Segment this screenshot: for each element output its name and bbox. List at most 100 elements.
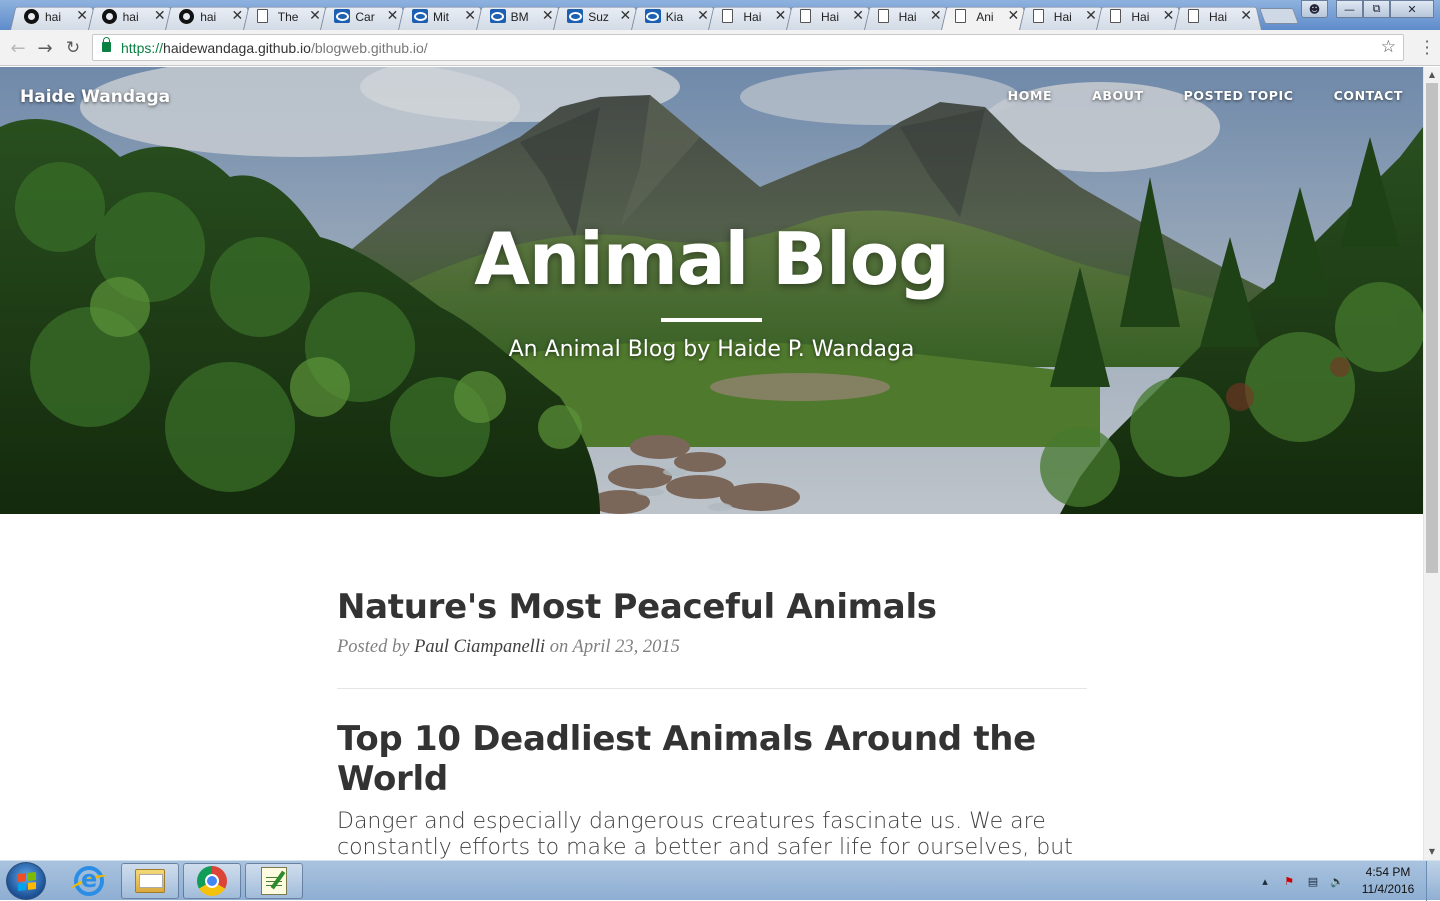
user-profile-icon[interactable]: ☻ <box>1301 0 1328 18</box>
minimize-button[interactable]: — <box>1336 0 1363 18</box>
bookmark-star-icon[interactable]: ☆ <box>1381 37 1396 57</box>
nav-posted-topic-link[interactable]: POSTED TOPIC <box>1184 88 1294 103</box>
browser-tab[interactable]: hai ✕ <box>87 3 176 30</box>
taskbar-internet-explorer[interactable] <box>60 863 118 899</box>
tab-close-icon[interactable]: ✕ <box>154 8 166 24</box>
show-desktop-button[interactable] <box>1426 861 1440 901</box>
post-subtitle[interactable]: Danger and especially dangerous creature… <box>337 809 1087 860</box>
tab-title: Car <box>355 10 375 24</box>
tab-close-icon[interactable]: ✕ <box>387 8 399 24</box>
tab-close-icon[interactable]: ✕ <box>1007 8 1019 24</box>
tab-close-icon[interactable]: ✕ <box>852 8 864 24</box>
nav-about-link[interactable]: ABOUT <box>1092 88 1144 103</box>
site-icon <box>334 9 351 23</box>
back-arrow-icon[interactable]: ← <box>6 36 30 60</box>
post-meta-date: on April 23, 2015 <box>545 637 680 657</box>
browser-tab[interactable]: Ani ✕ <box>941 3 1030 30</box>
windows-logo-icon <box>18 872 36 891</box>
address-bar[interactable]: https://haidewandaga.github.io/blogweb.g… <box>92 34 1404 61</box>
taskbar-chrome[interactable] <box>183 863 241 899</box>
tab-close-icon[interactable]: ✕ <box>464 8 476 24</box>
browser-tab[interactable]: Hai ✕ <box>708 3 797 30</box>
clock-date: 11/4/2016 <box>1361 882 1415 896</box>
site-brand[interactable]: Haide Wandaga <box>20 87 170 107</box>
browser-toolbar: ← → ↻ https://haidewandaga.github.io/blo… <box>0 30 1440 66</box>
hero-divider <box>661 318 762 322</box>
chrome-icon <box>197 866 227 896</box>
post-meta-prefix: Posted by <box>337 637 415 657</box>
browser-tab[interactable]: hai ✕ <box>10 3 98 30</box>
tab-close-icon[interactable]: ✕ <box>1163 8 1175 24</box>
new-tab-button[interactable] <box>1259 8 1299 24</box>
post-title-link[interactable]: Top 10 Deadliest Animals Around the Worl… <box>337 719 1087 799</box>
tab-close-icon[interactable]: ✕ <box>542 8 554 24</box>
taskbar-notepad[interactable] <box>245 863 303 899</box>
browser-tab[interactable]: Kia ✕ <box>630 3 719 30</box>
page-scrollbar[interactable]: ▲ ▼ <box>1423 67 1440 860</box>
document-icon <box>877 9 889 23</box>
browser-tab[interactable]: hai ✕ <box>165 3 254 30</box>
document-icon <box>722 9 734 23</box>
tab-title: Hai <box>1131 10 1150 24</box>
site-icon <box>567 9 584 23</box>
tab-close-icon[interactable]: ✕ <box>1085 8 1097 24</box>
tab-close-icon[interactable]: ✕ <box>619 8 631 24</box>
browser-tab[interactable]: Car ✕ <box>320 3 409 30</box>
browser-tab[interactable]: The ✕ <box>242 3 331 30</box>
browser-tab[interactable]: Hai ✕ <box>1174 3 1262 30</box>
show-hidden-icons-icon[interactable]: ▴ <box>1254 870 1276 892</box>
tab-close-icon[interactable]: ✕ <box>697 8 709 24</box>
forward-arrow-icon[interactable]: → <box>33 36 57 60</box>
volume-icon[interactable]: 🔈 <box>1326 870 1348 892</box>
tab-close-icon[interactable]: ✕ <box>231 8 243 24</box>
hero-header: Haide Wandaga HOME ABOUT POSTED TOPIC CO… <box>0 67 1423 514</box>
folder-icon <box>135 869 165 893</box>
scrollbar-thumb[interactable] <box>1426 83 1438 573</box>
tab-title: Suz <box>588 10 609 24</box>
tab-title: Kia <box>665 10 684 24</box>
taskbar-file-explorer[interactable] <box>121 863 179 899</box>
browser-tab[interactable]: Mit ✕ <box>398 3 486 30</box>
internet-explorer-icon <box>74 865 104 896</box>
browser-tab[interactable]: Suz ✕ <box>553 3 642 30</box>
browser-tab[interactable]: Hai ✕ <box>786 3 874 30</box>
browser-tab[interactable]: BM ✕ <box>475 3 564 30</box>
post-meta: Posted by Paul Ciampanelli on April 23, … <box>337 637 1087 658</box>
windows-taskbar: ▴ ⚑ ▤ 🔈 4:54 PM 11/4/2016 <box>0 860 1440 901</box>
browser-tab[interactable]: Hai ✕ <box>1018 3 1107 30</box>
tab-title: Mit <box>433 10 449 24</box>
tab-close-icon[interactable]: ✕ <box>76 8 88 24</box>
tab-title: hai <box>200 10 217 24</box>
reload-icon[interactable]: ↻ <box>61 36 85 60</box>
tab-close-icon[interactable]: ✕ <box>775 8 787 24</box>
url-text[interactable]: https://haidewandaga.github.io/blogweb.g… <box>121 40 428 56</box>
site-icon <box>644 9 661 23</box>
browser-tab-strip: hai ✕ hai ✕ hai ✕ The ✕ Car ✕ Mit ✕ BM ✕ Suz ✕ Kia ✕ Hai ✕ H… <box>0 0 1440 30</box>
restore-button[interactable]: ⧉ <box>1363 0 1390 18</box>
action-center-flag-icon[interactable]: ⚑ <box>1278 870 1300 892</box>
browser-menu-icon[interactable]: · · · <box>1424 34 1430 62</box>
tab-close-icon[interactable]: ✕ <box>309 8 321 24</box>
hero-title: Animal Blog <box>474 217 950 301</box>
tab-close-icon[interactable]: ✕ <box>1240 8 1252 24</box>
nav-contact-link[interactable]: CONTACT <box>1334 88 1403 103</box>
post-author-link[interactable]: Paul Ciampanelli <box>414 637 545 657</box>
taskbar-clock[interactable]: 4:54 PM 11/4/2016 <box>1350 864 1426 898</box>
start-button[interactable] <box>6 862 46 900</box>
document-icon <box>800 9 811 23</box>
document-icon <box>1110 9 1122 23</box>
nav-home-link[interactable]: HOME <box>1008 88 1052 103</box>
network-icon[interactable]: ▤ <box>1302 870 1324 892</box>
scroll-down-arrow-icon[interactable]: ▼ <box>1424 844 1440 860</box>
close-window-button[interactable]: ✕ <box>1390 0 1434 18</box>
tab-title: Hai <box>898 10 917 24</box>
browser-tab[interactable]: Hai ✕ <box>1096 3 1185 30</box>
tab-title: BM <box>510 10 529 24</box>
scroll-up-arrow-icon[interactable]: ▲ <box>1424 67 1440 83</box>
browser-tab[interactable]: Hai ✕ <box>863 3 952 30</box>
post-preview: Nature's Most Peaceful Animals Posted by… <box>337 587 1087 689</box>
tab-close-icon[interactable]: ✕ <box>930 8 942 24</box>
post-title-link[interactable]: Nature's Most Peaceful Animals <box>337 587 1087 627</box>
site-nav: HOME ABOUT POSTED TOPIC CONTACT <box>1008 88 1403 103</box>
document-icon <box>256 9 268 23</box>
